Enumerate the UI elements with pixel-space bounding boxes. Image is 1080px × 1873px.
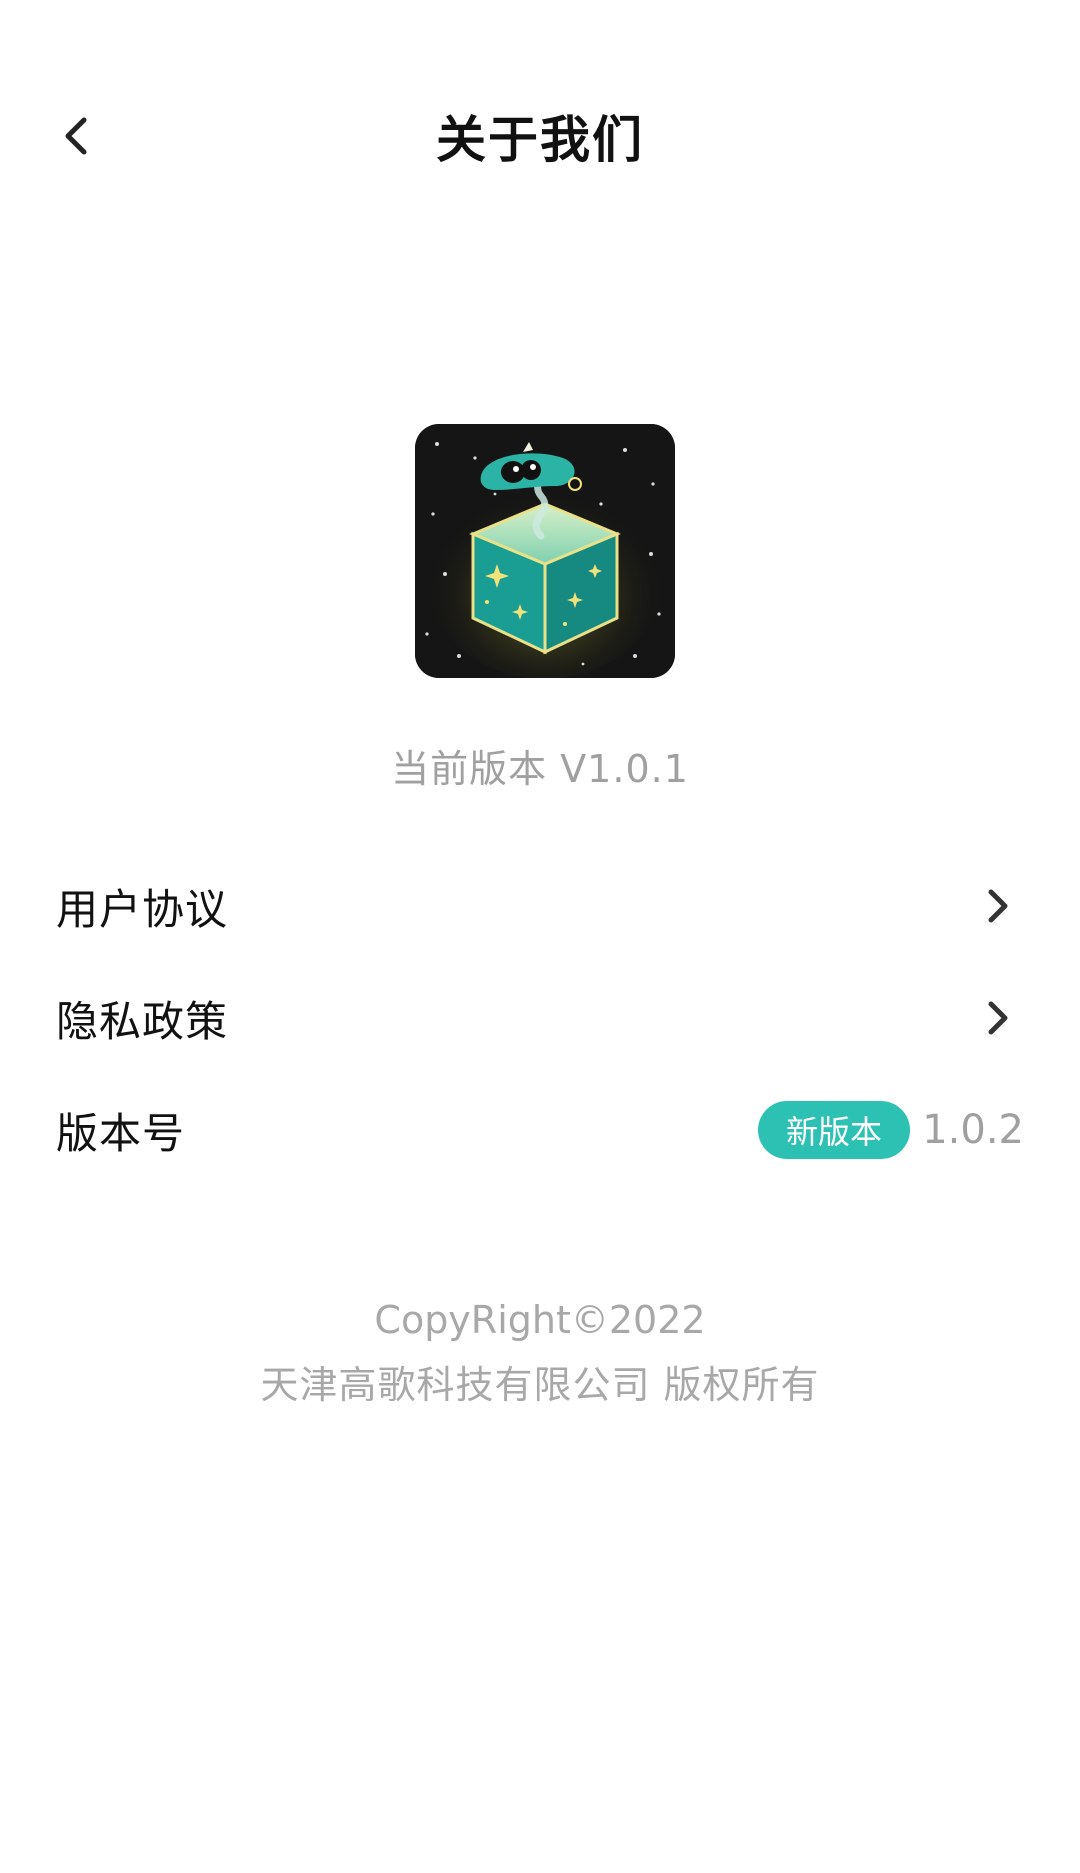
company-rights-text: 天津高歌科技有限公司 版权所有 bbox=[260, 1363, 820, 1407]
page-title: 关于我们 bbox=[436, 111, 644, 169]
version-number-label: 版本号 bbox=[56, 1108, 186, 1158]
chevron-right-icon bbox=[978, 994, 1018, 1042]
settings-list: 用户协议 隐私政策 版本号 新版本 1.0.2 bbox=[0, 850, 1080, 1186]
user-agreement-row[interactable]: 用户协议 bbox=[0, 850, 1080, 962]
privacy-policy-row[interactable]: 隐私政策 bbox=[0, 962, 1080, 1074]
new-version-badge[interactable]: 新版本 bbox=[757, 1101, 910, 1159]
user-agreement-label: 用户协议 bbox=[56, 884, 229, 934]
app-logo bbox=[415, 424, 675, 678]
about-us-page: 关于我们 当前版本 V1.0.1 用户协议 隐私政策 版本号 新版本 1.0.2… bbox=[0, 0, 1080, 1873]
latest-version-value: 1.0.2 bbox=[922, 1107, 1024, 1153]
chevron-right-icon bbox=[978, 882, 1018, 930]
header: 关于我们 bbox=[0, 60, 1080, 220]
privacy-policy-label: 隐私政策 bbox=[56, 996, 229, 1046]
copyright-text: CopyRight©2022 bbox=[374, 1298, 706, 1342]
current-version-text: 当前版本 V1.0.1 bbox=[391, 747, 689, 791]
version-number-row[interactable]: 版本号 新版本 1.0.2 bbox=[0, 1074, 1080, 1186]
